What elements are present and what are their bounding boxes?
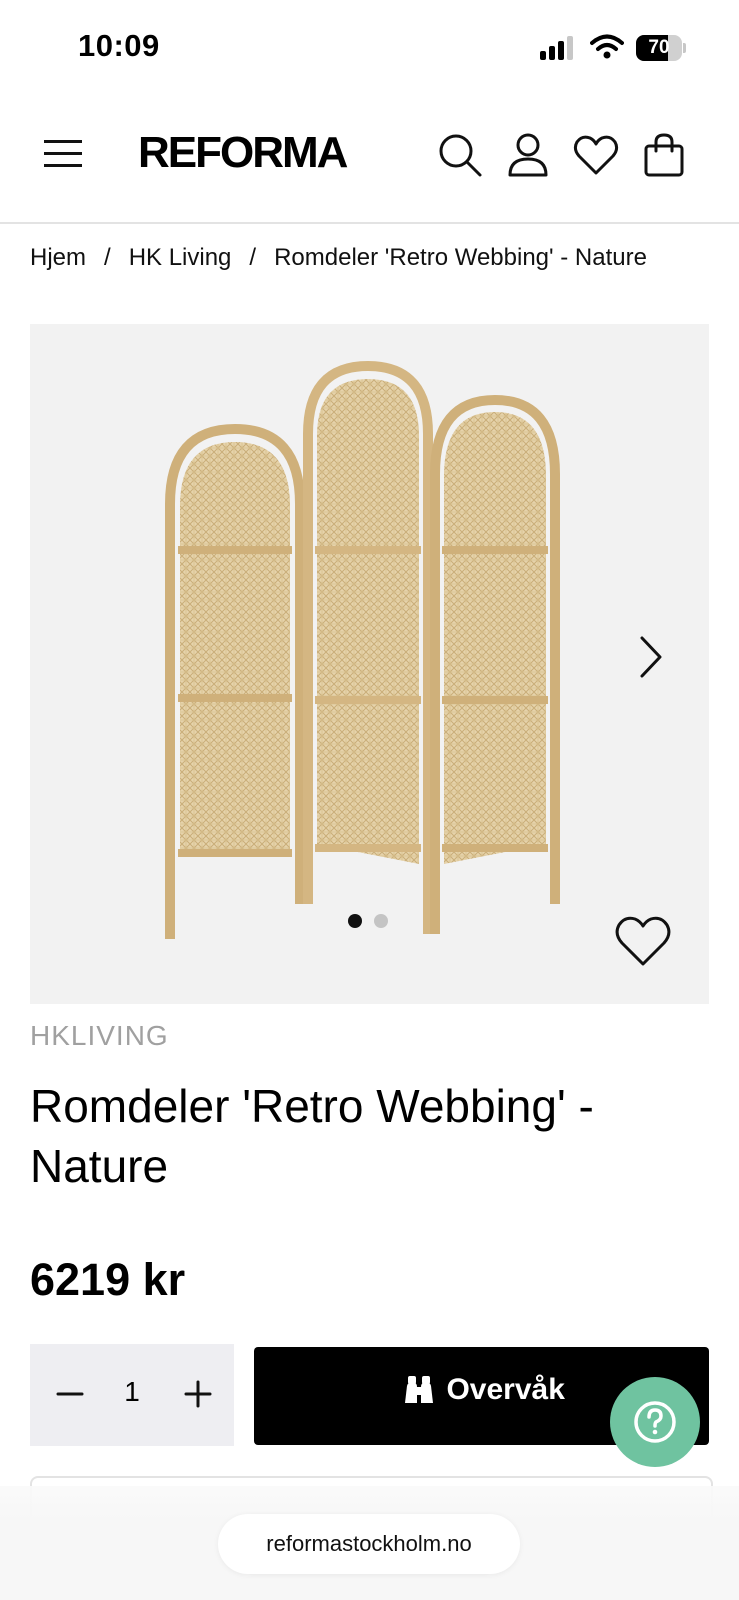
product-brand[interactable]: HKLIVING [30,1020,169,1052]
product-title: Romdeler 'Retro Webbing' - Nature [30,1080,594,1192]
question-icon [634,1401,676,1443]
breadcrumb-item-home[interactable]: Hjem [30,244,86,272]
battery-level: 70 [648,37,670,58]
product-price: 6219 kr [30,1254,186,1305]
carousel-dot[interactable] [374,914,388,928]
menu-icon[interactable] [44,136,84,170]
binoculars-icon [405,1376,433,1403]
carousel-dots [348,914,398,934]
address-bar[interactable]: reformastockholm.no [218,1514,520,1574]
account-icon[interactable] [504,131,552,179]
search-icon[interactable] [436,131,484,179]
quantity-value[interactable]: 1 [112,1376,152,1408]
product-image [165,360,560,939]
product-gallery[interactable] [30,324,709,1004]
help-button[interactable] [610,1377,700,1467]
quantity-stepper: 1 [30,1344,234,1446]
signal-icon [540,36,580,60]
battery-icon: 70 [636,35,686,61]
carousel-dot-active[interactable] [348,914,362,928]
plus-icon[interactable] [178,1374,218,1414]
status-time: 10:09 [78,28,160,63]
watch-button-label: Overvåk [446,1373,565,1406]
status-bar: 10:09 70 [0,0,739,96]
minus-icon[interactable] [50,1374,90,1414]
breadcrumb-separator: / [249,244,257,271]
cart-icon[interactable] [640,131,688,179]
site-header: REFORMA [0,96,739,224]
wifi-icon [590,34,624,60]
site-logo[interactable]: REFORMA [138,128,348,178]
breadcrumb-separator: / [104,244,111,271]
breadcrumb-item-current: Romdeler 'Retro Webbing' - Nature [274,244,647,271]
breadcrumb-item-brand[interactable]: HK Living [129,244,232,272]
heart-icon[interactable] [614,914,672,968]
wishlist-icon[interactable] [572,131,620,179]
chevron-right-icon[interactable] [630,632,670,682]
breadcrumb: Hjem / HK Living / Romdeler 'Retro Webbing' … [30,244,710,284]
